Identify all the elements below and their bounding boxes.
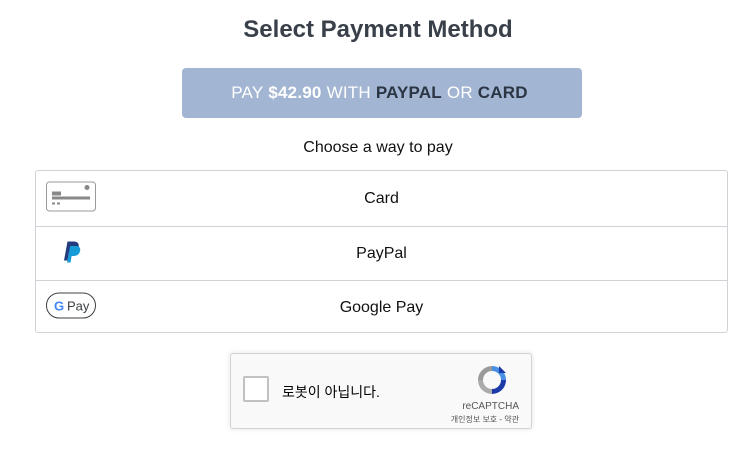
pay-button-amount: $42.90: [268, 83, 322, 102]
page-title: Select Payment Method: [243, 16, 513, 43]
method-card-label: Card: [364, 189, 399, 207]
choose-label: Choose a way to pay: [303, 139, 453, 156]
pay-button-brand-paypal: PAYPAL: [375, 83, 442, 102]
method-google-pay[interactable]: G Pay Google Pay: [36, 281, 727, 332]
pay-button-with: WITH: [326, 83, 371, 102]
recaptcha-label: 로봇이 아닙니다.: [282, 384, 380, 400]
recaptcha-terms-link[interactable]: 개인정보 보호 - 약관: [231, 414, 519, 425]
card-icon: [46, 181, 96, 216]
recaptcha-logo-icon: [475, 363, 509, 402]
pay-button-brand-card: CARD: [477, 83, 528, 102]
pay-button-prefix: PAY: [231, 83, 264, 102]
recaptcha-checkbox[interactable]: [243, 376, 269, 402]
payment-methods-list: Card PayPal G Pay Google Pay: [35, 170, 728, 333]
pay-button-or: OR: [446, 83, 473, 102]
svg-text:Pay: Pay: [67, 299, 90, 314]
method-card[interactable]: Card: [36, 171, 727, 227]
method-paypal[interactable]: PayPal: [36, 227, 727, 281]
method-paypal-label: PayPal: [356, 244, 407, 262]
method-google-pay-label: Google Pay: [339, 299, 424, 316]
paypal-logo-icon: [46, 236, 96, 271]
svg-text:G: G: [54, 299, 64, 314]
pay-button[interactable]: PAY $42.90 WITH PAYPAL OR CARD: [182, 68, 582, 118]
recaptcha-brand: reCAPTCHA: [462, 401, 519, 412]
recaptcha-widget: 로봇이 아닙니다. reCAPTCHA 개인정보 보호 - 약관: [230, 353, 532, 429]
google-pay-icon: G Pay: [46, 292, 96, 324]
